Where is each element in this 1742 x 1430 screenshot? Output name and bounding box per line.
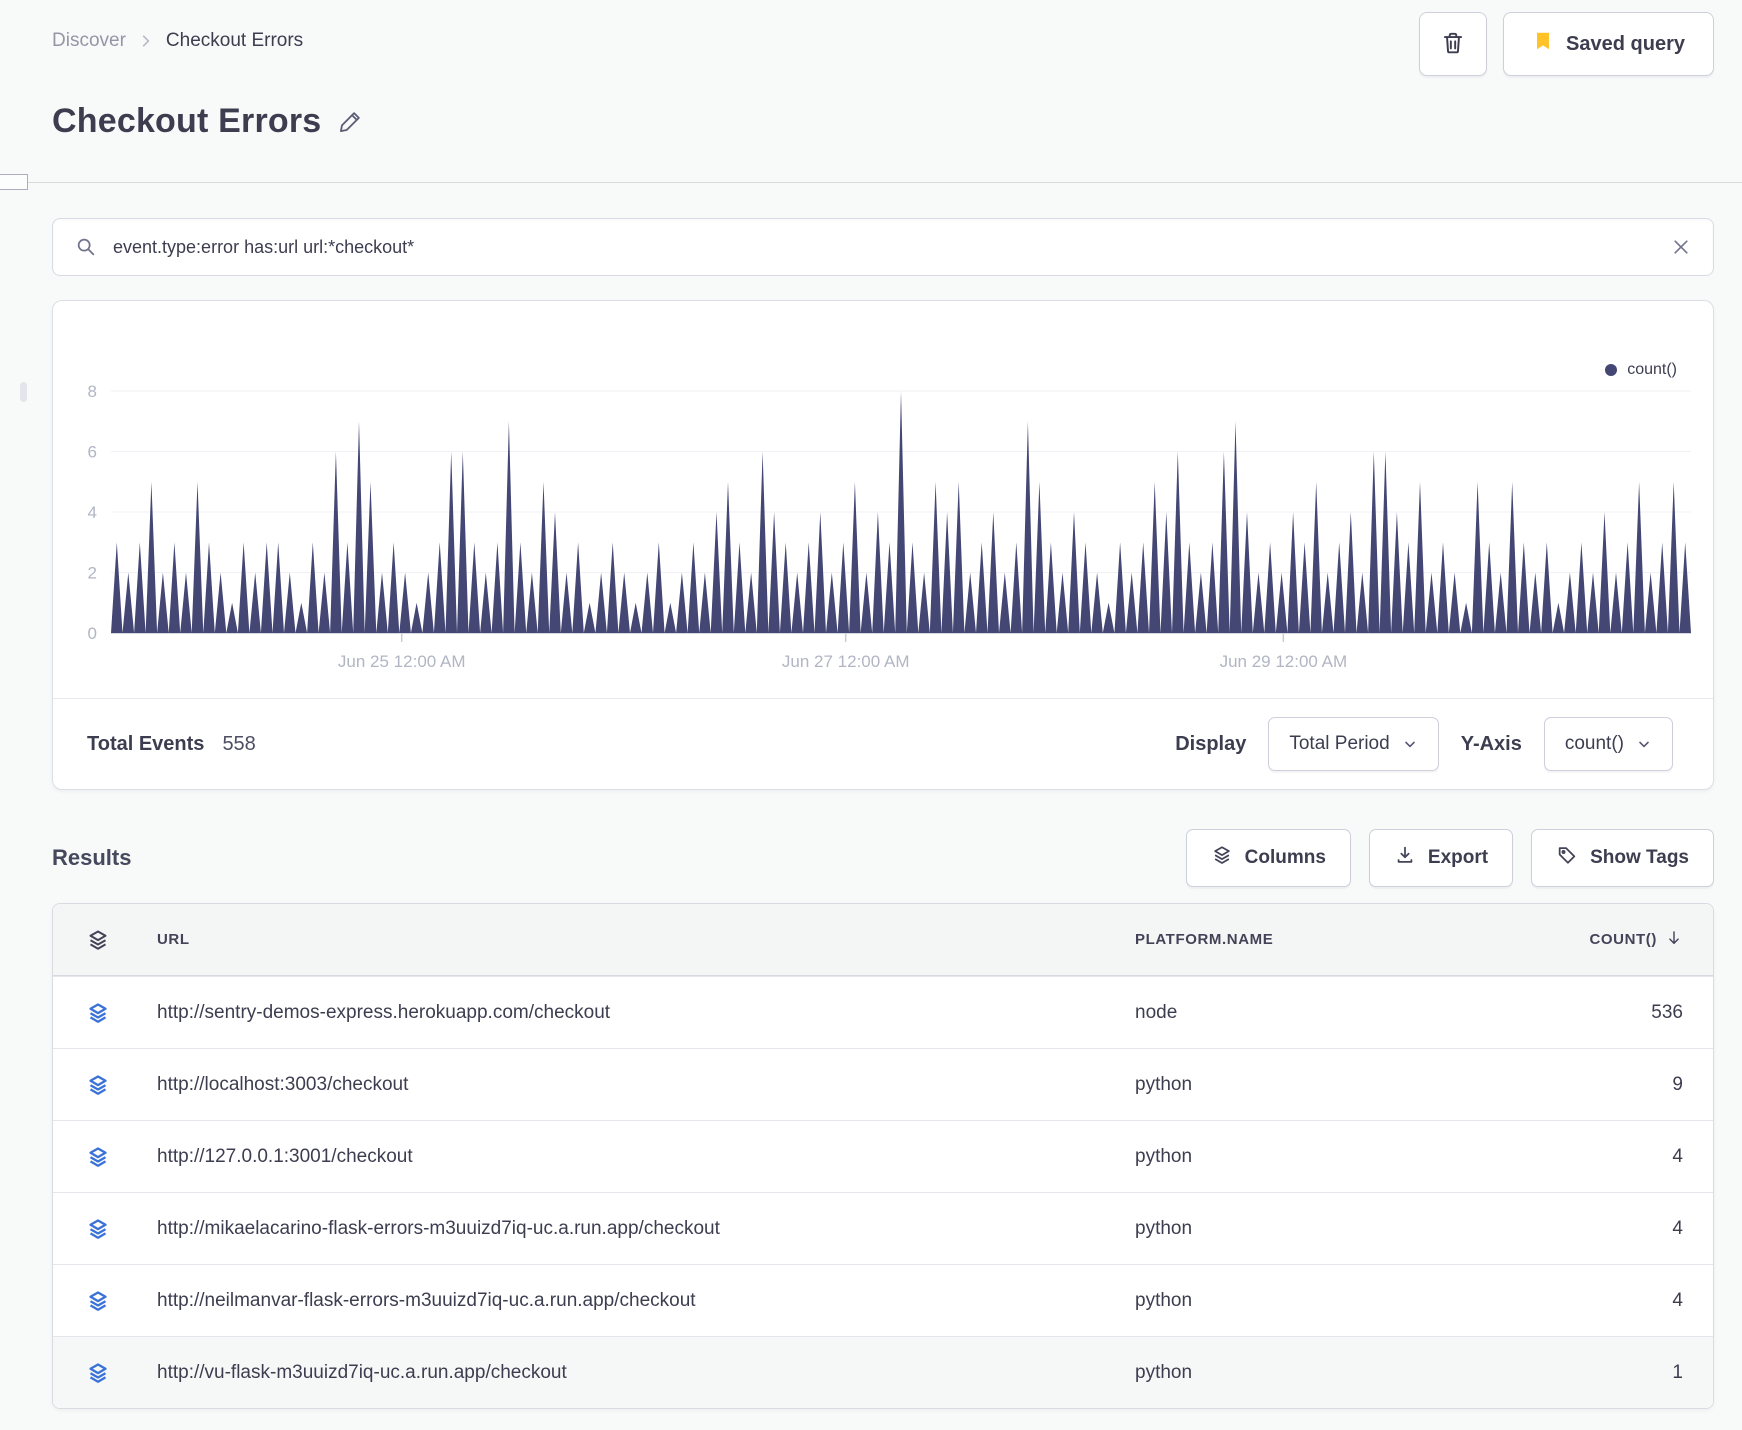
platform-cell: python [1135,1145,1193,1167]
table-row[interactable]: http://sentry-demos-express.herokuapp.co… [53,976,1713,1048]
layers-icon[interactable] [53,1361,143,1385]
breadcrumb-discover[interactable]: Discover [52,30,126,52]
platform-cell: python [1135,1217,1193,1239]
legend-count[interactable]: count() [1605,361,1677,379]
table-row[interactable]: http://localhost:3003/checkout python 9 [53,1048,1713,1120]
yaxis-dropdown[interactable]: count() [1543,717,1673,771]
breadcrumb: Discover Checkout Errors [52,30,303,52]
column-header-count[interactable]: COUNT() [1541,929,1713,951]
sidebar-collapse-handle [0,174,28,190]
discover-page: Discover Checkout Errors Saved query Che… [0,0,1742,1430]
chevron-down-icon [1402,736,1418,752]
top-actions: Saved query [1419,12,1714,76]
url-cell[interactable]: http://vu-flask-m3uuizd7iq-uc.a.run.app/… [143,1362,1121,1384]
page-divider [0,182,1742,183]
url-cell[interactable]: http://localhost:3003/checkout [143,1074,1121,1096]
chart-panel: 0 2 4 6 8 Jun 25 12:00 AM Jun 27 12:00 AM Jun 2… [52,300,1714,790]
svg-text:4: 4 [88,503,97,522]
svg-text:Jun 25 12:00 AM: Jun 25 12:00 AM [338,652,466,671]
url-cell[interactable]: http://neilmanvar-flask-errors-m3uuizd7i… [143,1290,1121,1312]
column-header-platform[interactable]: PLATFORM.NAME [1121,931,1541,948]
chart-footer: Total Events 558 Display Total Period Y-… [53,698,1713,789]
layers-icon[interactable] [53,1289,143,1313]
platform-cell: python [1135,1361,1193,1383]
chevron-down-icon [1636,736,1652,752]
table-header-row: URL PLATFORM.NAME COUNT() [53,904,1713,976]
search-bar[interactable]: event.type:error has:url url:*checkout* [52,218,1714,276]
layers-icon[interactable] [53,1145,143,1169]
svg-text:Jun 29 12:00 AM: Jun 29 12:00 AM [1220,652,1348,671]
count-cell: 536 [1651,1001,1683,1023]
count-cell: 4 [1672,1289,1683,1311]
page-title: Checkout Errors [52,102,322,140]
results-table: URL PLATFORM.NAME COUNT() http://sentry-… [52,903,1714,1409]
url-cell[interactable]: http://sentry-demos-express.herokuapp.co… [143,1002,1121,1024]
delete-query-button[interactable] [1419,12,1488,76]
svg-text:0: 0 [88,624,97,643]
breadcrumb-current: Checkout Errors [165,30,304,51]
url-cell[interactable]: http://127.0.0.1:3001/checkout [143,1146,1121,1168]
table-row[interactable]: http://127.0.0.1:3001/checkout python 4 [53,1120,1713,1192]
layers-icon[interactable] [53,928,143,952]
results-row: Results Columns Export Show Tags [52,826,1714,890]
columns-button-label: Columns [1244,847,1326,868]
svg-text:6: 6 [88,443,97,462]
url-cell[interactable]: http://mikaelacarino-flask-errors-m3uuiz… [143,1218,1121,1240]
results-buttons: Columns Export Show Tags [1185,829,1714,887]
trash-icon [1440,30,1466,59]
yaxis-label: Y-Axis [1460,732,1522,755]
count-cell: 1 [1672,1361,1683,1383]
column-header-url[interactable]: URL [143,931,1121,948]
table-row[interactable]: http://neilmanvar-flask-errors-m3uuizd7i… [53,1264,1713,1336]
layers-icon[interactable] [53,1217,143,1241]
count-cell: 4 [1672,1145,1683,1167]
legend-label: count() [1627,361,1677,378]
events-area-chart: 0 2 4 6 8 Jun 25 12:00 AM Jun 27 12:00 AM Jun 2… [88,382,1691,671]
table-row[interactable]: http://mikaelacarino-flask-errors-m3uuiz… [53,1192,1713,1264]
show-tags-button-label: Show Tags [1590,847,1689,868]
total-events-value: 558 [222,732,256,755]
svg-text:2: 2 [88,564,97,583]
layers-icon [1211,844,1233,872]
page-title-row: Checkout Errors [52,102,364,141]
layers-icon[interactable] [53,1073,143,1097]
columns-button[interactable]: Columns [1185,829,1351,887]
saved-query-button[interactable]: Saved query [1503,12,1714,76]
display-label: Display [1175,732,1247,755]
svg-text:Jun 27 12:00 AM: Jun 27 12:00 AM [782,652,910,671]
layers-icon[interactable] [53,1001,143,1025]
chevron-right-icon [138,33,154,49]
download-icon [1394,844,1416,872]
column-header-count-label: COUNT() [1589,931,1657,948]
platform-cell: python [1135,1289,1193,1311]
panel-drag-pill [20,382,27,402]
count-cell: 4 [1672,1217,1683,1239]
export-button[interactable]: Export [1368,829,1514,887]
show-tags-button[interactable]: Show Tags [1531,829,1714,887]
table-row[interactable]: http://vu-flask-m3uuizd7iq-uc.a.run.app/… [53,1336,1713,1408]
bookmark-icon [1532,30,1554,58]
edit-title-pencil-icon[interactable] [337,108,364,135]
total-events-label: Total Events [87,732,205,755]
platform-cell: python [1135,1073,1193,1095]
saved-query-label: Saved query [1566,32,1685,55]
search-icon [75,236,97,258]
chart-controls: Display Total Period Y-Axis count() [1175,717,1673,771]
close-icon[interactable] [1671,237,1691,257]
display-dropdown-value: Total Period [1289,733,1390,754]
search-input[interactable]: event.type:error has:url url:*checkout* [113,237,1655,258]
display-dropdown[interactable]: Total Period [1268,717,1439,771]
platform-cell: node [1135,1001,1178,1023]
sort-desc-arrow-icon [1665,929,1683,951]
export-button-label: Export [1427,847,1489,868]
results-heading: Results [52,845,132,870]
count-cell: 9 [1672,1073,1683,1095]
svg-text:8: 8 [88,382,97,401]
yaxis-dropdown-value: count() [1564,733,1624,754]
legend-dot-icon [1605,364,1618,376]
tag-icon [1556,844,1578,872]
